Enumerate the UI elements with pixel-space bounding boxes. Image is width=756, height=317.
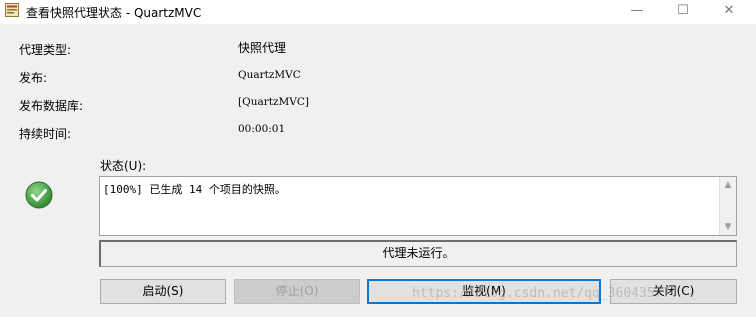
scroll-up-icon[interactable]: ▲: [720, 177, 736, 193]
close-button[interactable]: 关闭(C): [610, 279, 737, 304]
close-window-button[interactable]: ✕: [706, 0, 752, 24]
duration-value: 00:00:01: [238, 123, 286, 135]
status-textbox[interactable]: [100%] 已生成 14 个项目的快照。 ▲ ▼: [99, 176, 737, 236]
minimize-button[interactable]: —: [614, 0, 660, 24]
agent-app-icon: [5, 3, 19, 17]
status-scrollbar[interactable]: ▲ ▼: [719, 177, 736, 235]
monitor-button[interactable]: 监视(M): [367, 279, 601, 304]
agent-type-value: 快照代理: [238, 41, 287, 55]
success-check-icon: [25, 181, 53, 209]
window-title: 查看快照代理状态 - QuartzMVC: [26, 6, 202, 20]
scroll-down-icon[interactable]: ▼: [720, 219, 736, 235]
start-button[interactable]: 启动(S): [100, 279, 226, 304]
stop-button[interactable]: 停止(O): [234, 279, 360, 304]
title-bar: 查看快照代理状态 - QuartzMVC — ☐ ✕: [0, 0, 756, 24]
publisher-value: QuartzMVC: [238, 69, 301, 81]
status-message: [100%] 已生成 14 个项目的快照。: [103, 183, 286, 196]
maximize-button[interactable]: ☐: [660, 0, 706, 24]
publisher-label: 发布:: [19, 71, 48, 85]
agent-state-field: 代理未运行。: [99, 240, 737, 267]
publication-db-value: [QuartzMVC]: [238, 96, 309, 108]
agent-type-label: 代理类型:: [19, 43, 72, 57]
status-label: 状态(U):: [100, 159, 147, 173]
duration-label: 持续时间:: [19, 127, 72, 141]
publication-db-label: 发布数据库:: [19, 99, 84, 113]
